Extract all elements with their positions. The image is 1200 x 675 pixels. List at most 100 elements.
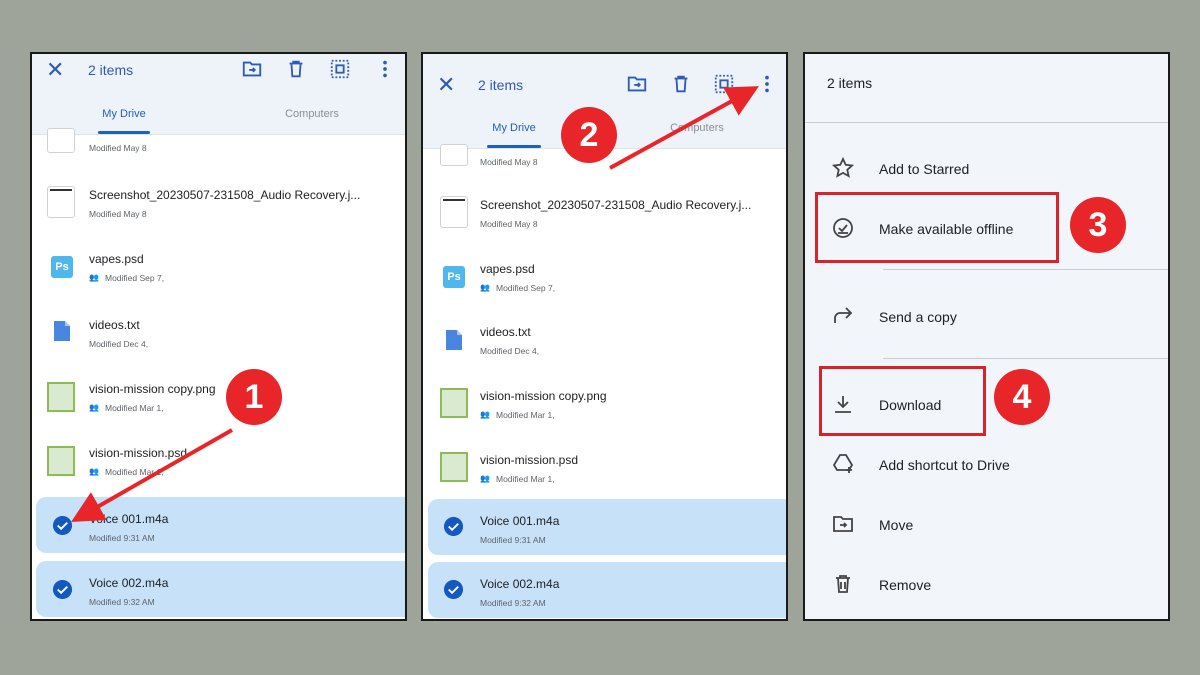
file-name: Voice 001.m4a [480, 514, 560, 528]
step-badge-1: 1 [226, 369, 282, 425]
actions-menu-panel: 2 items Add to Starred Make available of… [803, 52, 1170, 621]
file-modified-date: Modified May 8 [480, 219, 538, 229]
list-item[interactable]: Modified May 8 [32, 128, 405, 160]
list-item[interactable]: vision-mission.psd 👥 Modified Mar 1, [32, 434, 405, 490]
file-modified-date: Modified 9:32 AM [480, 598, 546, 608]
shared-people-icon: 👥 [480, 474, 490, 483]
table-row-selected[interactable]: Voice 002.m4a Modified 9:32 AM [428, 562, 786, 618]
menu-item-label: Remove [879, 577, 932, 593]
tab-my-drive[interactable]: My Drive [482, 122, 546, 134]
list-item[interactable]: Ps vapes.psd 👥 Modified Sep 7, [32, 242, 405, 294]
select-all-icon[interactable] [329, 58, 351, 80]
shared-people-icon: 👥 [480, 410, 490, 419]
shared-people-icon: 👥 [89, 273, 99, 282]
list-item[interactable]: vision-mission.psd 👥 Modified Mar 1, [423, 442, 786, 498]
image-thumbnail [440, 388, 468, 418]
tab-computers[interactable]: Computers [659, 122, 735, 134]
list-item[interactable]: vision-mission copy.png 👥 Modified Mar 1… [423, 378, 786, 434]
file-name: Voice 001.m4a [89, 512, 169, 526]
move-icon [833, 516, 853, 532]
delete-icon[interactable] [285, 58, 307, 80]
menu-item-add-shortcut-to-drive[interactable]: Add shortcut to Drive [805, 442, 1168, 490]
more-options-icon[interactable] [374, 58, 396, 80]
list-item[interactable]: videos.txt Modified Dec 4, [32, 307, 405, 359]
file-name: Screenshot_20230507-231508_Audio Recover… [89, 188, 361, 202]
menu-item-send-a-copy[interactable]: Send a copy [805, 294, 1168, 342]
file-name: vision-mission copy.png [480, 389, 607, 403]
shared-people-icon: 👥 [89, 467, 99, 476]
text-file-icon [446, 330, 462, 350]
menu-item-label: Send a copy [879, 309, 957, 325]
file-modified-date: Modified 9:32 AM [89, 597, 155, 607]
selected-items-count: 2 items [88, 62, 134, 78]
list-item[interactable]: Screenshot_20230507-231508_Audio Recover… [423, 188, 786, 238]
file-name: Voice 002.m4a [480, 577, 560, 591]
tab-my-drive[interactable]: My Drive [92, 108, 156, 120]
drive-panel-step-1: ✕ 2 items My Drive Computers Modified Ma… [30, 52, 407, 621]
move-to-folder-icon[interactable] [241, 58, 263, 80]
document-thumbnail [47, 128, 75, 153]
list-item[interactable]: vision-mission copy.png 👥 Modified Mar 1… [32, 370, 405, 426]
file-modified-date: Modified Mar 1, [105, 467, 164, 477]
list-item[interactable]: Ps vapes.psd 👥 Modified Sep 7, [423, 252, 786, 304]
menu-item-remove[interactable]: Remove [805, 562, 1168, 610]
file-name: videos.txt [89, 318, 140, 332]
text-file-icon [54, 321, 70, 341]
image-thumbnail [440, 452, 468, 482]
image-thumbnail [47, 446, 75, 476]
file-modified-date: Modified Mar 1, [496, 474, 555, 484]
file-modified-date: Modified 9:31 AM [89, 533, 155, 543]
file-name: vision-mission.psd [89, 446, 188, 460]
more-options-icon[interactable] [756, 73, 778, 95]
menu-item-add-to-starred[interactable]: Add to Starred [805, 146, 1168, 194]
table-row-selected[interactable]: Voice 002.m4a Modified 9:32 AM [36, 561, 405, 617]
highlight-box-download [819, 366, 986, 436]
file-modified-date: Modified Dec 4, [89, 339, 149, 349]
file-name: videos.txt [480, 325, 531, 339]
delete-icon[interactable] [670, 73, 692, 95]
file-modified-date: Modified Mar 1, [496, 410, 555, 420]
shared-people-icon: 👥 [89, 403, 99, 412]
check-icon[interactable] [444, 580, 463, 599]
menu-divider [883, 358, 1168, 359]
send-icon [834, 307, 853, 323]
close-selection-icon[interactable]: ✕ [46, 57, 64, 83]
file-name: vision-mission copy.png [89, 382, 216, 396]
file-modified-date: Modified Sep 7, [496, 283, 556, 293]
step-badge-4: 4 [994, 369, 1050, 425]
file-name: Screenshot_20230507-231508_Audio Recover… [480, 198, 752, 212]
step-badge-2: 2 [561, 107, 617, 163]
file-modified-date: Modified May 8 [89, 209, 147, 219]
file-name: vapes.psd [480, 262, 535, 276]
menu-item-label: Add shortcut to Drive [879, 457, 1010, 473]
document-thumbnail [440, 144, 468, 166]
menu-divider [805, 122, 1168, 123]
check-icon[interactable] [53, 580, 72, 599]
document-thumbnail [47, 186, 75, 218]
file-modified-date: Modified May 8 [480, 157, 538, 167]
check-icon[interactable] [53, 516, 72, 535]
menu-divider [883, 269, 1168, 270]
file-name: Voice 002.m4a [89, 576, 169, 590]
table-row-selected[interactable]: Voice 001.m4a Modified 9:31 AM [428, 499, 786, 555]
menu-item-label: Move [879, 517, 914, 533]
photoshop-icon: Ps [51, 256, 73, 278]
star-icon [831, 156, 855, 178]
menu-item-move[interactable]: Move [805, 502, 1168, 550]
menu-title: 2 items [827, 75, 873, 91]
list-item[interactable]: Screenshot_20230507-231508_Audio Recover… [32, 178, 405, 228]
select-all-icon[interactable] [713, 73, 735, 95]
document-thumbnail [440, 196, 468, 228]
selection-toolbar: ✕ 2 items My Drive Computers [32, 54, 405, 134]
file-modified-date: Modified Mar 1, [105, 403, 164, 413]
check-icon[interactable] [444, 517, 463, 536]
close-selection-icon[interactable]: ✕ [437, 72, 455, 98]
selected-items-count: 2 items [478, 77, 524, 93]
table-row-selected[interactable]: Voice 001.m4a Modified 9:31 AM [36, 497, 405, 553]
photoshop-icon: Ps [443, 266, 465, 288]
file-modified-date: Modified Dec 4, [480, 346, 540, 356]
shared-people-icon: 👥 [480, 283, 490, 292]
list-item[interactable]: videos.txt Modified Dec 4, [423, 316, 786, 368]
move-to-folder-icon[interactable] [626, 73, 648, 95]
tab-computers[interactable]: Computers [274, 108, 350, 120]
